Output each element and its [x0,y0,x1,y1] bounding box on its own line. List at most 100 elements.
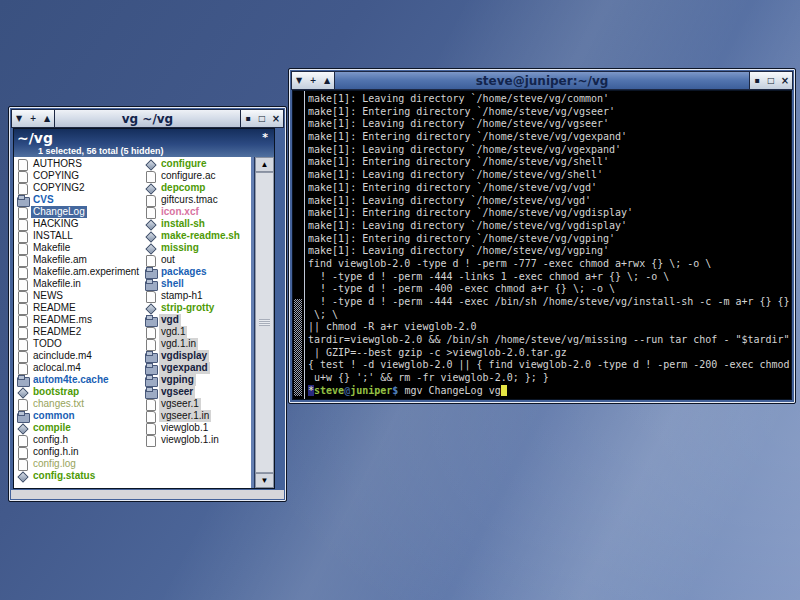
file-icon [145,171,157,182]
file-item[interactable]: vgping [145,374,255,386]
file-item[interactable]: giftcurs.tmac [145,194,255,206]
unshade-button[interactable]: ▲ [41,110,53,127]
file-item[interactable]: COPYING2 [17,182,145,194]
terminal-line: make[1]: Entering directory `/home/steve… [308,233,791,246]
file-item[interactable]: packages [145,266,255,278]
file-list-scrollbar[interactable]: ▲ ▼ [251,157,274,488]
file-item[interactable]: depcomp [145,182,255,194]
file-window-title: vg ~/vg [54,109,241,128]
file-item[interactable]: config.h.in [17,446,145,458]
file-icon [17,255,29,266]
file-item[interactable]: TODO [17,338,145,350]
file-manager-header: ~/vg * 1 selected, 56 total (5 hidden) [14,129,274,157]
file-item[interactable]: vgdisplay [145,350,255,362]
terminal-line: make[1]: Leaving directory `/home/steve/… [308,195,791,208]
folder-icon [145,315,157,326]
scrollbar-thumb[interactable] [255,172,274,473]
close-button[interactable]: × [270,110,282,127]
file-name: missing [159,242,201,254]
file-item[interactable]: vgd [145,314,255,326]
stick-button[interactable]: + [307,72,319,89]
file-item[interactable]: config.status [17,470,145,482]
command-text: mgv ChangeLog vg [398,385,500,396]
file-item[interactable]: COPYING [17,170,145,182]
file-item[interactable]: vgseer [145,386,255,398]
file-item[interactable]: make-readme.sh [145,230,255,242]
file-item[interactable]: README.ms [17,314,145,326]
file-name: common [31,410,77,422]
scroll-down-button[interactable]: ▼ [255,473,274,488]
file-name: NEWS [31,290,65,302]
maximize-button[interactable]: □ [765,72,777,89]
file-item[interactable]: vgd.1.in [145,338,255,350]
shade-button[interactable]: ▼ [13,110,25,127]
terminal-line: \; \ [308,309,791,322]
file-item[interactable]: AUTHORS [17,158,145,170]
file-item[interactable]: ChangeLog [17,206,145,218]
file-item[interactable]: vgseer.1 [145,398,255,410]
terminal-titlebar[interactable]: ▼+▲ steve@juniper:~/vg ▪□× [291,71,793,90]
file-item[interactable]: bootstrap [17,386,145,398]
terminal-screen[interactable]: make[1]: Leaving directory `/home/steve/… [293,91,791,399]
file-item[interactable]: strip-grotty [145,302,255,314]
file-item[interactable]: CVS [17,194,145,206]
shade-button[interactable]: ▼ [293,72,305,89]
file-item[interactable]: Makefile.am.experiment [17,266,145,278]
file-icon [145,423,157,434]
file-item[interactable]: compile [17,422,145,434]
iconify-button[interactable]: ▪ [242,110,254,127]
terminal-scrollbar[interactable] [293,91,305,399]
unshade-button[interactable]: ▲ [321,72,333,89]
close-button[interactable]: × [779,72,791,89]
file-item[interactable]: Makefile.am [17,254,145,266]
horizontal-scrollbar-trough[interactable] [11,490,284,499]
iconify-button[interactable]: ▪ [751,72,763,89]
file-name: make-readme.sh [159,230,242,242]
file-item[interactable]: changes.txt [17,398,145,410]
file-item[interactable]: config.log [17,458,145,470]
file-item[interactable]: config.h [17,434,145,446]
file-name: HACKING [31,218,81,230]
stick-button[interactable]: + [27,110,39,127]
file-window-titlebar[interactable]: ▼+▲ vg ~/vg ▪□× [11,109,284,128]
file-item[interactable]: vgd.1 [145,326,255,338]
file-item[interactable]: icon.xcf [145,206,255,218]
terminal-line: ! -type d ! -perm -400 -exec chmod a+r {… [308,283,791,296]
file-item[interactable]: vgexpand [145,362,255,374]
terminal-line: make[1]: Entering directory `/home/steve… [308,156,791,169]
scroll-up-button[interactable]: ▲ [255,157,274,172]
file-item[interactable]: README [17,302,145,314]
file-item[interactable]: out [145,254,255,266]
file-item[interactable]: Makefile.in [17,278,145,290]
file-item[interactable]: aclocal.m4 [17,362,145,374]
file-item[interactable]: acinclude.m4 [17,350,145,362]
file-icon [17,207,29,218]
file-item[interactable]: vgseer.1.in [145,410,255,422]
maximize-button[interactable]: □ [256,110,268,127]
terminal-scrollbar-thumb[interactable] [294,299,302,396]
file-item[interactable]: viewglob.1.in [145,434,255,446]
file-item[interactable]: NEWS [17,290,145,302]
file-item[interactable]: README2 [17,326,145,338]
file-item[interactable]: INSTALL [17,230,145,242]
file-name: AUTHORS [31,158,84,170]
file-item[interactable]: common [17,410,145,422]
file-name: vgping [159,374,196,386]
file-item[interactable]: autom4te.cache [17,374,145,386]
file-item[interactable]: install-sh [145,218,255,230]
current-path: ~/vg [17,130,53,146]
file-item[interactable]: stamp-h1 [145,290,255,302]
file-item[interactable]: missing [145,242,255,254]
exec-icon [17,387,29,398]
file-item[interactable]: viewglob.1 [145,422,255,434]
file-item[interactable]: configure [145,158,255,170]
file-item[interactable]: configure.ac [145,170,255,182]
file-icon [145,291,157,302]
file-manager-window: ▼+▲ vg ~/vg ▪□× ~/vg * 1 selected, 56 to… [8,106,287,502]
terminal-line: make[1]: Entering directory `/home/steve… [308,131,791,144]
file-name: bootstrap [31,386,81,398]
file-item[interactable]: shell [145,278,255,290]
file-item[interactable]: HACKING [17,218,145,230]
file-icon [17,327,29,338]
file-item[interactable]: Makefile [17,242,145,254]
